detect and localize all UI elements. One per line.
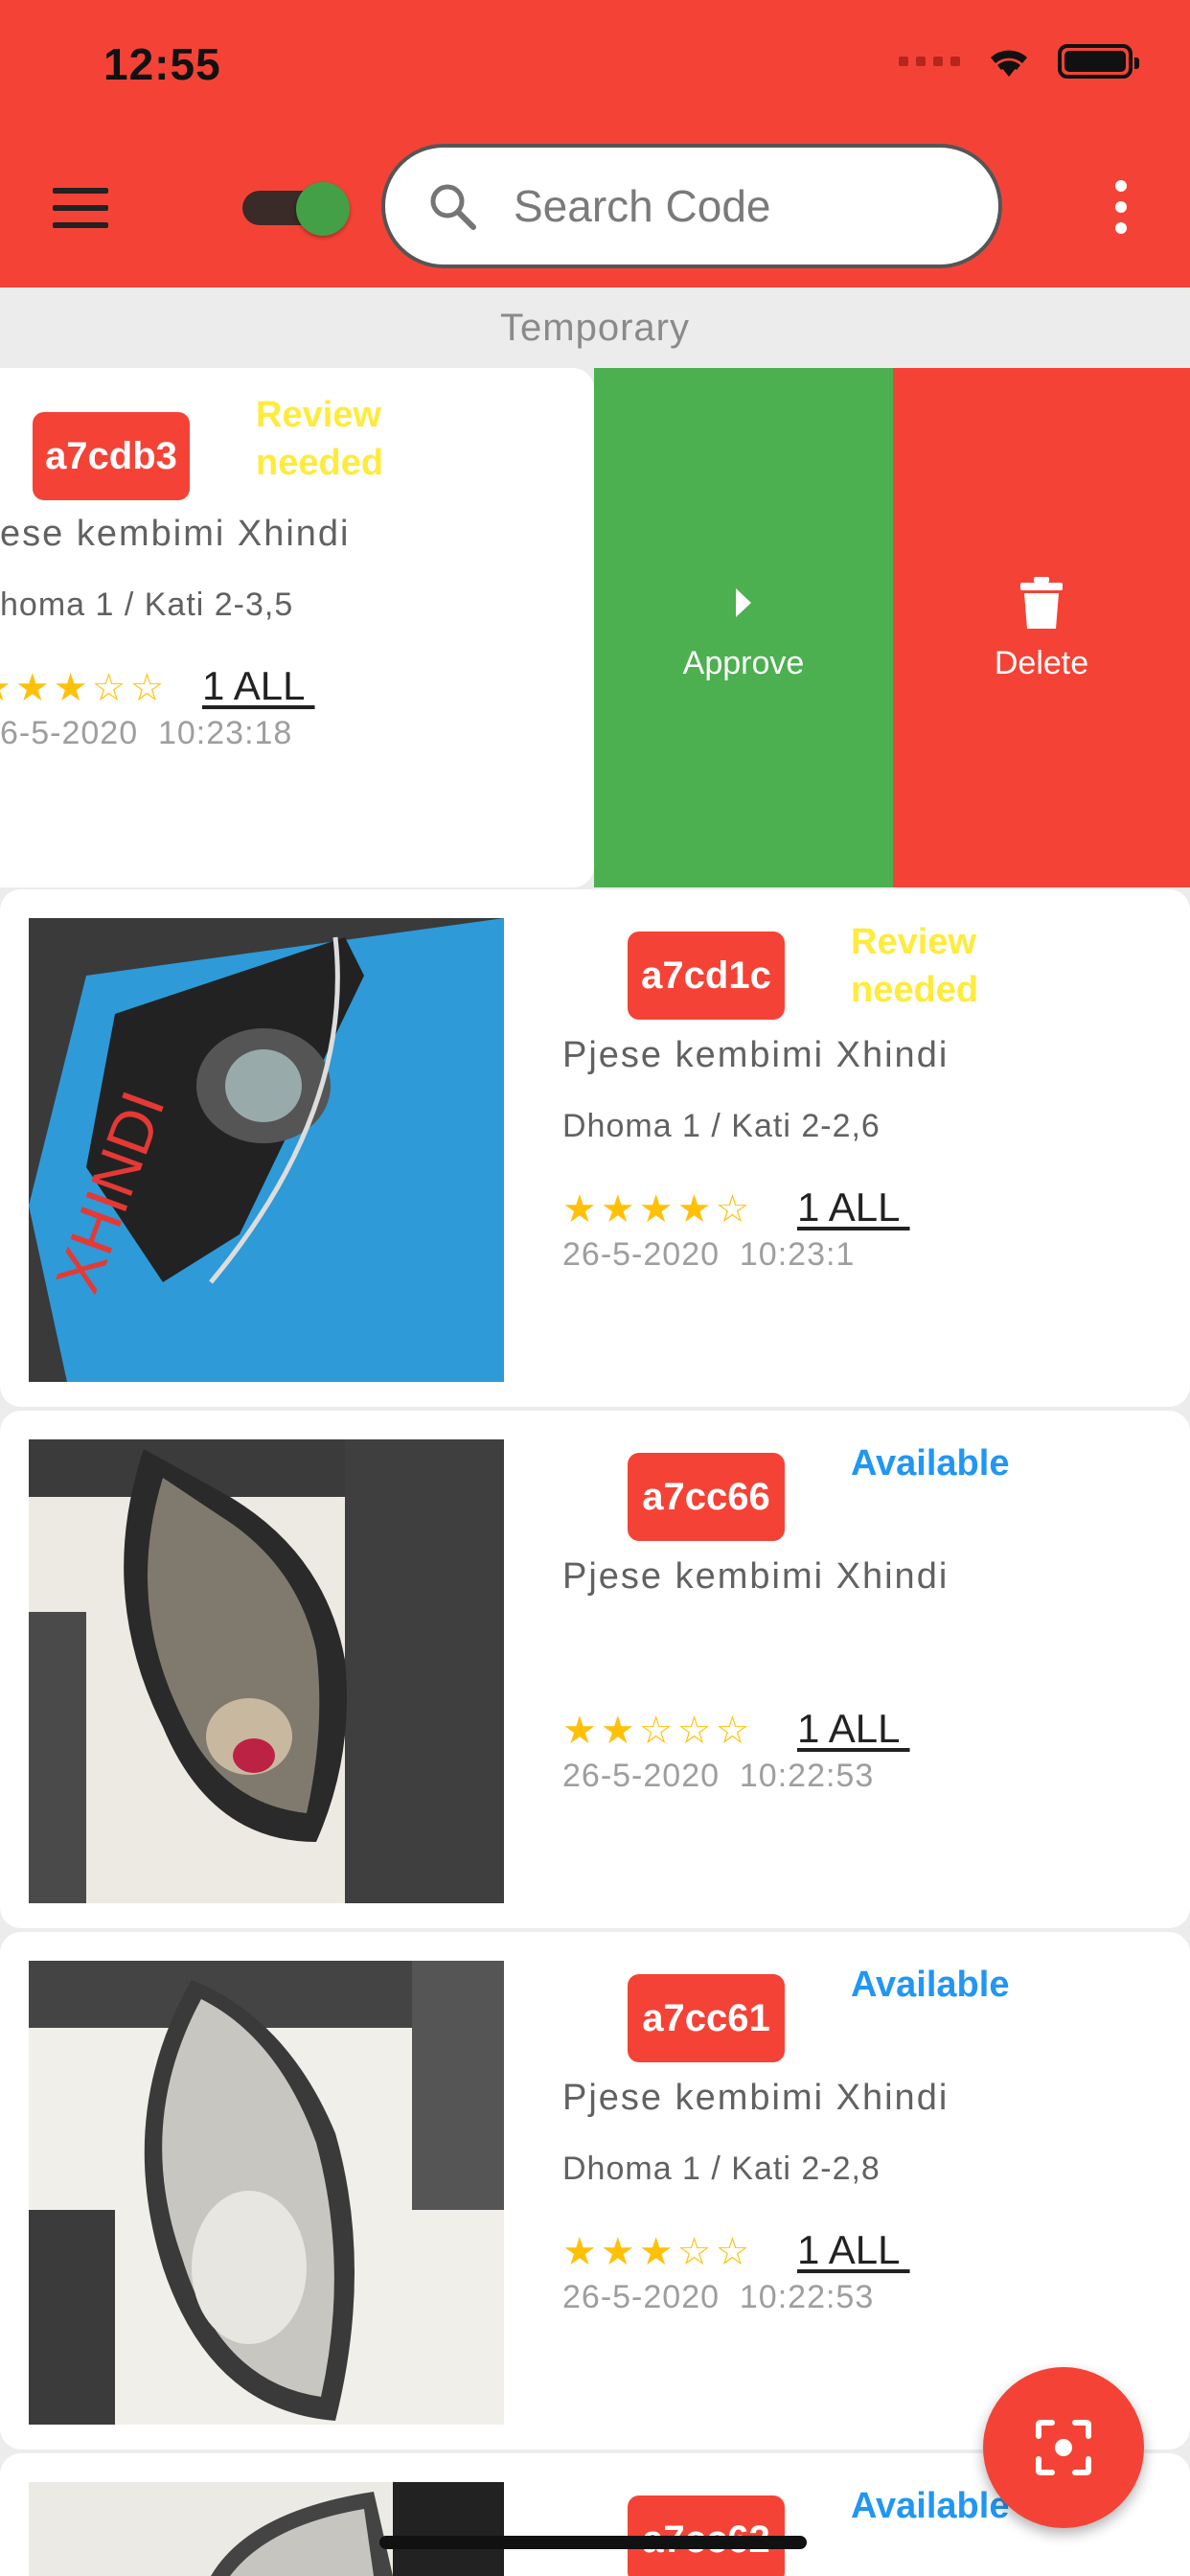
- star-icon: ★: [53, 667, 88, 709]
- approve-label: Approve: [682, 644, 805, 681]
- approve-button[interactable]: Approve: [594, 368, 893, 887]
- item-photo: XHINDI: [29, 918, 504, 1382]
- status-time: 12:55: [103, 39, 221, 89]
- section-label: Temporary: [500, 306, 690, 349]
- item-info: a7cd1c Review needed Pjese kembimi Xhind…: [562, 889, 1176, 1407]
- star-outline-icon: ☆: [715, 1188, 750, 1230]
- item-description: ese kembimi Xhindi: [0, 514, 351, 554]
- price-link[interactable]: 1 ALL: [797, 1706, 910, 1752]
- wifi-icon: [991, 50, 1027, 77]
- mode-toggle[interactable]: [242, 182, 350, 236]
- status-label: Available: [851, 2486, 1010, 2526]
- star-icon: ★: [676, 1188, 712, 1230]
- app-bar: 12:55: [0, 0, 1190, 288]
- price-link[interactable]: 1 ALL: [797, 1184, 910, 1230]
- search-bar[interactable]: [381, 144, 1002, 268]
- list-item[interactable]: XHINDI a7cd1c Review needed Pjese kembim…: [0, 889, 1190, 1407]
- status-icons: [899, 44, 1139, 79]
- star-outline-icon: ☆: [715, 1710, 750, 1752]
- star-icon: ★: [600, 1710, 635, 1752]
- search-icon: [430, 184, 476, 230]
- rating-stars: ★ ★ ☆ ☆ ☆: [562, 1710, 749, 1752]
- code-badge: a7cc61: [628, 1974, 785, 2062]
- item-description: Pjese kembimi Xhindi: [562, 2078, 950, 2118]
- delete-button[interactable]: Delete: [893, 368, 1190, 887]
- star-icon: ★: [0, 667, 11, 709]
- star-icon: ★: [600, 2231, 635, 2273]
- signal-icon: [899, 57, 960, 66]
- list-item[interactable]: a7cc66 Available Pjese kembimi Xhindi ★ ★…: [0, 1411, 1190, 1928]
- star-icon: ★: [638, 1188, 674, 1230]
- item-date: 26-5-2020 10:23:1: [562, 1236, 856, 1273]
- scan-icon: [1036, 2420, 1091, 2475]
- battery-icon: [1058, 44, 1139, 79]
- item-location: Dhoma 1 / Kati 2-2,6: [562, 1108, 881, 1144]
- price-link[interactable]: 1 ALL: [202, 663, 315, 709]
- play-arrow-icon: [736, 587, 751, 617]
- code-badge: a7cc66: [628, 1453, 785, 1541]
- code-badge: a7cd1c: [628, 932, 785, 1020]
- star-icon: ★: [638, 2231, 674, 2273]
- item-description: Pjese kembimi Xhindi: [562, 1556, 950, 1597]
- status-label: Review needed: [256, 395, 384, 483]
- home-indicator: [379, 2536, 807, 2549]
- menu-icon[interactable]: [53, 188, 108, 228]
- item-date: 26-5-2020 10:22:53: [562, 1758, 875, 1794]
- star-outline-icon: ☆: [638, 1710, 674, 1752]
- status-label: Available: [851, 1965, 1010, 2005]
- rating-stars: ★★★☆☆: [0, 667, 164, 709]
- item-date: 26-5-2020 10:22:53: [562, 2279, 875, 2315]
- star-outline-icon: ☆: [676, 2231, 712, 2273]
- star-icon: ★: [562, 1188, 597, 1230]
- star-outline-icon: ☆: [91, 667, 126, 709]
- star-outline-icon: ☆: [129, 667, 165, 709]
- item-description: Pjese kembimi Xhindi: [562, 1035, 950, 1075]
- code-badge: a7cdb3: [33, 412, 190, 500]
- swiped-card[interactable]: a7cdb3 Review needed ese kembimi Xhindi …: [0, 368, 594, 887]
- item-date: 6-5-2020 10:23:18: [0, 715, 293, 751]
- more-vert-icon[interactable]: [1111, 180, 1131, 234]
- star-icon: ★: [600, 1188, 635, 1230]
- status-label: Available: [851, 1443, 1010, 1484]
- status-label: Review needed: [851, 922, 979, 1010]
- star-outline-icon: ☆: [715, 2231, 750, 2273]
- list-item[interactable]: a7cc61 Available Pjese kembimi Xhindi Dh…: [0, 1932, 1190, 2450]
- star-icon: ★: [562, 1710, 597, 1752]
- rating-stars: ★ ★ ★ ★ ☆: [562, 1188, 749, 1230]
- item-photo: [29, 1961, 504, 2425]
- delete-label: Delete: [994, 644, 1089, 681]
- search-input[interactable]: [514, 180, 954, 232]
- scan-button[interactable]: [983, 2367, 1144, 2528]
- item-photo: [29, 1439, 504, 1903]
- rating-stars: ★★★☆☆: [562, 2231, 749, 2273]
- swiped-list-item[interactable]: a7cdb3 Review needed ese kembimi Xhindi …: [0, 368, 1190, 887]
- price-link[interactable]: 1 ALL: [797, 2227, 910, 2273]
- item-photo: [29, 2482, 504, 2576]
- item-location: homa 1 / Kati 2-3,5: [0, 586, 294, 623]
- star-outline-icon: ☆: [676, 1710, 712, 1752]
- item-info: a7cc66 Available Pjese kembimi Xhindi ★ ★…: [562, 1411, 1176, 1928]
- star-icon: ★: [562, 2231, 597, 2273]
- item-location: Dhoma 1 / Kati 2-2,8: [562, 2150, 881, 2187]
- star-icon: ★: [14, 667, 50, 709]
- trash-icon: [1020, 576, 1063, 629]
